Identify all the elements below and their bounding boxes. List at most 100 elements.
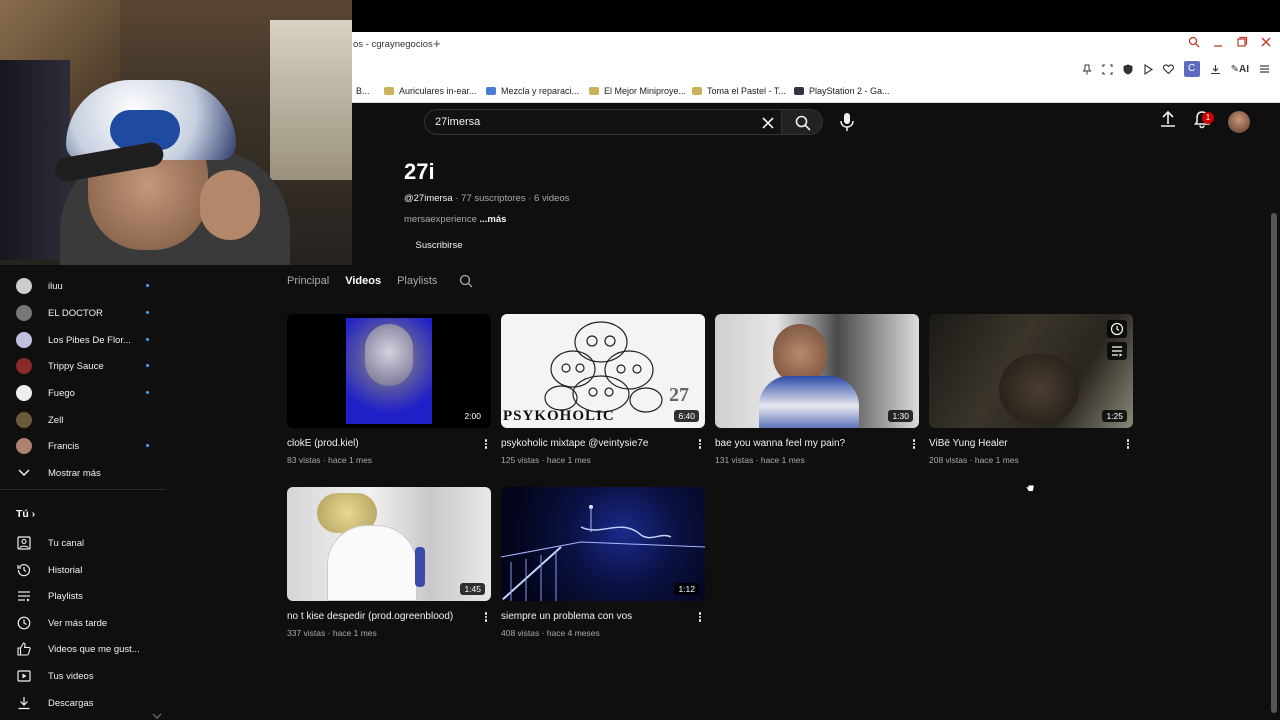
video-icon [16, 668, 32, 684]
subscribe-button[interactable]: Suscribirse [404, 235, 474, 257]
search-tabs-icon[interactable] [1188, 36, 1200, 48]
subscription-label: Fuego [48, 387, 75, 399]
thumbnail-shirt [759, 376, 859, 428]
play-icon[interactable] [1143, 63, 1153, 75]
video-menu-icon[interactable] [483, 438, 489, 452]
you-heading-label: Tú [16, 508, 29, 520]
sidebar-item-playlists[interactable]: Playlists [16, 588, 156, 604]
subscription-item[interactable]: Francis [16, 438, 156, 454]
bookmark-favicon-icon [794, 87, 804, 95]
sidebar-item-label: Tu canal [48, 537, 85, 549]
video-thumbnail[interactable]: 1:30 [715, 314, 919, 428]
video-menu-icon[interactable] [911, 438, 917, 452]
video-menu-icon[interactable] [1125, 438, 1131, 452]
pin-icon[interactable] [1082, 64, 1092, 75]
bookmark-item[interactable]: Auriculares in-ear... [384, 86, 477, 96]
subscription-item[interactable]: iluu [16, 278, 156, 294]
screen: os - cgraynegocios + C ✎AI B... Auricula… [0, 0, 1280, 720]
video-age: hace 1 mes [974, 455, 1019, 465]
tab-videos[interactable]: Videos [345, 275, 381, 287]
subscription-item[interactable]: EL DOCTOR [16, 305, 156, 321]
sidebar-item-your-videos[interactable]: Tus videos [16, 668, 156, 684]
subscription-item[interactable]: Trippy Sauce [16, 358, 156, 374]
sidebar-item-watch-later[interactable]: Ver más tarde [16, 615, 156, 631]
video-menu-icon[interactable] [697, 611, 703, 625]
chevron-right-icon: › [31, 509, 36, 520]
search-button[interactable] [781, 109, 823, 135]
thumbnail-face [773, 324, 827, 384]
subscription-item[interactable]: Fuego [16, 385, 156, 401]
sidebar-item-downloads[interactable]: Descargas [16, 695, 156, 711]
active-tab[interactable]: os - cgraynegocios [353, 39, 433, 50]
video-meta: 208 vistas · hace 1 mes [929, 455, 1019, 465]
clear-search-icon[interactable] [761, 112, 775, 134]
video-title[interactable]: siempre un problema con vos [501, 611, 632, 622]
upload-icon[interactable] [1158, 109, 1178, 129]
sidebar-item-liked-videos[interactable]: Videos que me gust... [16, 641, 156, 657]
video-count: 6 videos [534, 193, 570, 204]
screenshot-icon[interactable] [1102, 63, 1113, 75]
restore-icon[interactable] [1236, 36, 1248, 48]
channel-description: mersaexperience ...más [404, 214, 506, 225]
video-title[interactable]: ViBë Yung Healer [929, 438, 1008, 449]
bookmark-item[interactable]: B... [356, 86, 370, 96]
video-age: hace 4 meses [546, 628, 600, 638]
bookmark-item[interactable]: Toma el Pastel - T... [692, 86, 786, 96]
shield-icon[interactable] [1123, 64, 1133, 75]
you-section-heading[interactable]: Tú › [16, 508, 35, 520]
new-content-dot [146, 284, 149, 287]
search-query: 27imersa [435, 116, 481, 128]
sidebar-scroll-down-icon[interactable] [152, 713, 162, 719]
subscription-item[interactable]: Los Pibes De Flor... [16, 332, 156, 348]
thumbnail-number: 27 [669, 384, 689, 406]
video-thumbnail[interactable]: 1:45 [287, 487, 491, 601]
channel-avatar [16, 358, 32, 374]
video-duration: 6:40 [674, 410, 699, 422]
video-menu-icon[interactable] [483, 611, 489, 625]
description-more-link[interactable]: ...más [480, 214, 507, 225]
ai-button[interactable]: ✎AI [1231, 64, 1249, 75]
voice-search-icon[interactable] [838, 112, 856, 132]
bookmark-item[interactable]: PlayStation 2 - Ga... [794, 86, 890, 96]
video-meta: 337 vistas · hace 1 mes [287, 628, 377, 638]
tab-principal[interactable]: Principal [287, 275, 329, 287]
video-title[interactable]: no t kise despedir (prod.ogreenblood) [287, 611, 453, 622]
page-scrollbar[interactable] [1271, 213, 1277, 713]
subscription-item[interactable]: Zell [16, 412, 156, 428]
extension-c-icon[interactable]: C [1183, 61, 1200, 77]
video-menu-icon[interactable] [697, 438, 703, 452]
watch-later-icon[interactable] [1107, 320, 1127, 338]
channel-search-icon[interactable] [459, 274, 473, 288]
search-input[interactable]: 27imersa [424, 109, 782, 135]
video-thumbnail[interactable]: 27 PSYKOHOLIC 6:40 [501, 314, 705, 428]
sidebar-item-label: Ver más tarde [48, 617, 108, 629]
subscription-label: iluu [48, 280, 63, 292]
download-icon[interactable] [1210, 64, 1221, 75]
bookmark-item[interactable]: El Mejor Miniproye... [589, 86, 686, 96]
channel-avatar [16, 332, 32, 348]
heart-icon[interactable] [1162, 64, 1174, 74]
video-title[interactable]: clokE (prod.kiel) [287, 438, 359, 449]
clock-icon [1110, 322, 1124, 336]
add-to-queue-icon[interactable] [1107, 342, 1127, 360]
show-more-button[interactable]: Mostrar más [16, 465, 156, 481]
thumbnail-body [327, 525, 417, 601]
video-thumbnail[interactable]: 2:00 [287, 314, 491, 428]
tab-playlists[interactable]: Playlists [397, 275, 437, 287]
thumbnail-figure [999, 354, 1079, 424]
sidebar-item-your-channel[interactable]: Tu canal [16, 535, 156, 551]
video-thumbnail[interactable]: 1:12 [501, 487, 705, 601]
video-duration: 1:45 [460, 583, 485, 595]
sidebar-item-label: Descargas [48, 697, 94, 709]
bookmark-item[interactable]: Mezcla y reparaci... [486, 86, 579, 96]
new-tab-button[interactable]: + [433, 36, 441, 51]
menu-icon[interactable] [1259, 64, 1270, 74]
sidebar-item-history[interactable]: Historial [16, 562, 156, 578]
minimize-icon[interactable] [1212, 36, 1224, 48]
video-title[interactable]: bae you wanna feel my pain? [715, 438, 845, 449]
video-title[interactable]: psykoholic mixtape @veintysie7e [501, 438, 648, 449]
close-window-icon[interactable] [1260, 36, 1272, 48]
video-thumbnail[interactable]: 1:25 [929, 314, 1133, 428]
account-avatar[interactable] [1228, 111, 1250, 133]
sidebar-item-label: Videos que me gust... [48, 643, 140, 655]
